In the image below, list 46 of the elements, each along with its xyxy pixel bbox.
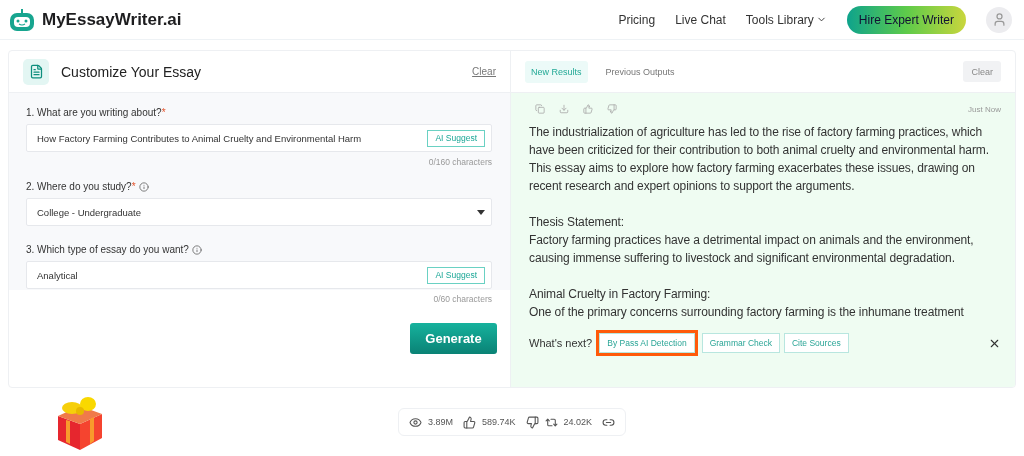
nav-link[interactable]: Pricing — [618, 12, 656, 27]
results-tab[interactable]: Previous Outputs — [599, 60, 681, 83]
document-icon — [23, 58, 49, 85]
hire-writer-button[interactable]: Hire Expert Writer — [846, 5, 966, 34]
nav-link[interactable]: Live Chat — [675, 12, 726, 27]
section-heading: Animal Cruelty in Factory Farming: — [529, 286, 712, 303]
field-label: 2. Where do you study?* — [26, 181, 136, 192]
caret-icon — [477, 209, 485, 215]
shares-count: 24.02K — [563, 417, 593, 427]
thumbs-down-icon[interactable] — [607, 104, 617, 114]
brand-name[interactable]: MyEssayWriter.ai — [42, 9, 182, 30]
essay-paragraph: Factory farming practices have a detrimental impact on animals and the environment, causing immense suffering to livestock and significant environmental degradation. — [529, 232, 975, 267]
ai-suggest-button[interactable]: AI Suggest — [427, 129, 485, 147]
next-action-button[interactable]: By Pass AI Detection — [599, 333, 695, 353]
clear-button[interactable]: Clear — [963, 61, 1001, 82]
field-label: 1. What are you writing about?* — [26, 107, 166, 118]
copy-icon[interactable] — [535, 104, 545, 114]
ai-suggest-button[interactable]: AI Suggest — [427, 266, 485, 284]
essay-paragraph: One of the primary concerns surrounding factory farming is the inhumane treatment — [529, 304, 965, 321]
user-avatar-icon[interactable] — [986, 6, 1012, 33]
field-label: 3. Which type of essay do you want? — [26, 244, 189, 255]
results-tab[interactable]: New Results — [525, 60, 588, 83]
input-field[interactable]: How Factory Farming Contributes to Animal Cruelty and Environmental Harm AI Suggest — [26, 124, 492, 152]
thumbs-up-icon[interactable] — [463, 415, 476, 429]
input-field[interactable]: Analytical AI Suggest — [26, 261, 492, 289]
thumbs-up-icon[interactable] — [583, 104, 593, 114]
info-icon[interactable] — [138, 181, 149, 192]
eye-icon — [409, 415, 422, 429]
essay-paragraph: The industrialization of agriculture has led to the rise of factory farming practices, which have been criticized for their contribution to both animal cruelty and environmental harm. This essay aims to explore how factory farming exacerbates these issues, drawing on recent research and expert opinions to support the arguments. — [529, 124, 990, 195]
thumbs-down-icon[interactable] — [525, 415, 539, 429]
tools-menu[interactable]: Tools Library — [745, 12, 827, 27]
generate-button[interactable]: Generate — [410, 323, 497, 354]
clear-link[interactable]: Clear — [472, 66, 496, 77]
robot-logo-icon — [8, 7, 36, 32]
timestamp: Just Now — [968, 104, 1001, 114]
whats-next-label: What's next? — [529, 337, 593, 349]
character-counter: 0/60 characters — [432, 294, 492, 304]
panel-title: Customize Your Essay — [61, 63, 202, 80]
next-action-button[interactable]: Cite Sources — [783, 333, 849, 353]
select-field[interactable]: College - Undergraduate — [26, 198, 492, 226]
likes-count: 589.74K — [482, 417, 516, 427]
views-count: 3.89M — [428, 417, 453, 427]
info-icon[interactable] — [191, 244, 202, 255]
section-heading: Thesis Statement: — [529, 214, 625, 231]
character-counter: 0/160 characters — [427, 157, 492, 167]
next-action-button[interactable]: Grammar Check — [701, 333, 780, 353]
